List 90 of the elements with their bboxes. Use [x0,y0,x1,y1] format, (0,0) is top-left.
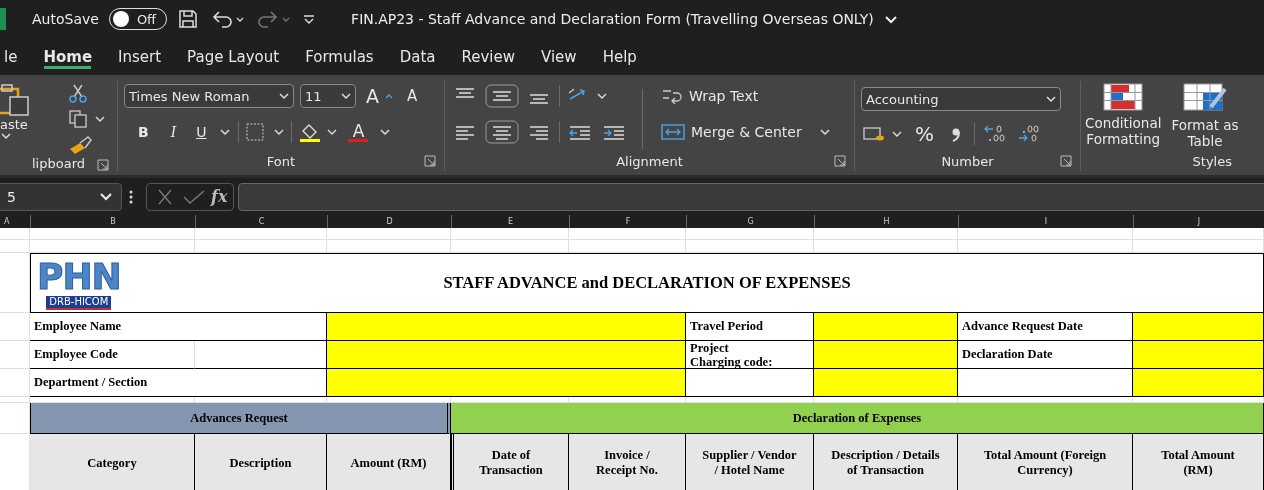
field-label: Employee Name [30,313,327,341]
name-box[interactable]: 5 [0,182,122,211]
chevron-icon [341,92,351,100]
column-header[interactable]: I [958,215,1133,228]
chevron-icon [0,132,12,140]
section-header: Advances Request [30,403,451,434]
ribbon-tab[interactable]: Home [32,38,104,75]
column-header-cell: Supplier / Vendor / Hotel Name [686,434,814,490]
app-icon [0,8,6,30]
font-name-field[interactable]: Times New Roman [124,84,294,108]
field-label: Employee Code [30,341,195,369]
dialog-launcher-icon[interactable] [834,155,846,167]
empty-cell [0,240,30,253]
wrap-text-button[interactable]: Wrap Text [657,83,836,109]
ribbon-tab[interactable]: Review [450,38,526,75]
company-logo: PHN DRB-HICOM [37,258,121,310]
percent-button[interactable]: % [911,122,938,146]
merge-icon [661,122,685,142]
align-middle-icon[interactable] [485,84,519,108]
empty-cell [0,313,30,341]
column-header-cell: Date of Transaction [451,434,569,490]
ribbon-tab[interactable]: Help [591,38,648,75]
group-label: Font [266,153,296,169]
increase-font-button[interactable]: A [362,85,397,107]
save-icon[interactable] [177,8,200,30]
chevron-icon [1046,95,1056,103]
number-format-field[interactable]: Accounting [861,87,1061,111]
column-header[interactable]: D [327,215,451,228]
column-header-cell: Amount (RM) [327,434,451,490]
paste-button[interactable]: aste [0,83,44,140]
up-caret-icon [385,93,393,99]
column-header-cell: Total Amount (Foreign Currency) [958,434,1133,490]
ribbon-tab[interactable]: View [530,38,588,75]
column-header[interactable]: B [30,215,195,228]
column-header[interactable]: A [0,215,30,228]
format-painter-icon[interactable] [68,135,94,155]
format-as-table-button[interactable]: Format as Table [1171,83,1239,149]
autosave-label: AutoSave [32,11,99,27]
column-header[interactable]: C [195,215,327,228]
italic-button[interactable]: I [162,124,185,140]
empty-cell [0,253,30,313]
group-label: Alignment [616,153,683,169]
column-header[interactable]: H [814,215,958,228]
form-title: STAFF ADVANCE and DECLARATION OF EXPENSES [443,273,851,293]
ribbon-tab[interactable]: Formulas [294,38,385,75]
chevron-icon [99,191,113,202]
underline-button[interactable]: U [190,124,213,140]
column-header[interactable]: F [569,215,686,228]
group-label: Styles [1192,153,1232,169]
group-label: lipboard [32,155,85,171]
ribbon-tab[interactable]: Data [388,38,447,75]
ribbon-tab[interactable]: Insert [107,38,173,75]
borders-icon[interactable] [245,122,286,142]
window-title: FIN.AP23 - Staff Advance and Declaration Form (Travelling Overseas ONLY) [351,11,874,27]
column-header-cell: Total Amount (RM) [1133,434,1264,490]
column-header[interactable]: E [451,215,569,228]
insert-function-button[interactable]: fx [211,187,228,206]
dialog-launcher-icon[interactable] [97,159,109,171]
empty-cell [0,369,30,397]
field-label: Department / Section [30,369,327,397]
ribbon-tab[interactable]: le [0,38,29,75]
column-header[interactable]: G [686,215,814,228]
section-header: Declaration of Expenses [451,403,1264,434]
dialog-launcher-icon[interactable] [424,155,436,167]
column-header-cell: Invoice / Receipt No. [569,434,686,490]
column-header-cell: Description [195,434,327,490]
chevron-icon[interactable] [378,127,393,137]
chevron-icon [817,127,832,137]
empty-cell [0,341,30,369]
chevron-icon [279,92,289,100]
conditional-formatting-button[interactable]: Conditional Formatting [1085,83,1162,147]
cut-icon[interactable] [68,83,88,103]
formula-input[interactable] [238,182,1264,211]
table-brush-icon [1183,83,1228,113]
redo-icon[interactable] [255,9,292,29]
chevron-icon[interactable] [218,127,233,137]
dialog-launcher-icon[interactable] [1060,155,1072,167]
group-label: Number [941,153,994,169]
align-center-icon[interactable] [485,120,519,144]
ribbon-tab[interactable]: Page Layout [176,38,291,75]
empty-cell [0,228,30,240]
column-header[interactable]: J [1133,215,1264,228]
highlighted-table-icon [1103,83,1144,111]
font-color-button[interactable]: A [344,122,373,142]
font-size-field[interactable]: 11 [300,84,356,108]
merge-center-button[interactable]: Merge & Center [657,119,836,145]
decrease-font-button[interactable]: A [403,87,422,105]
bold-button[interactable]: B [124,124,157,140]
column-header-cell: Category [30,434,195,490]
column-header-cell: Description / Details of Transaction [814,434,958,490]
